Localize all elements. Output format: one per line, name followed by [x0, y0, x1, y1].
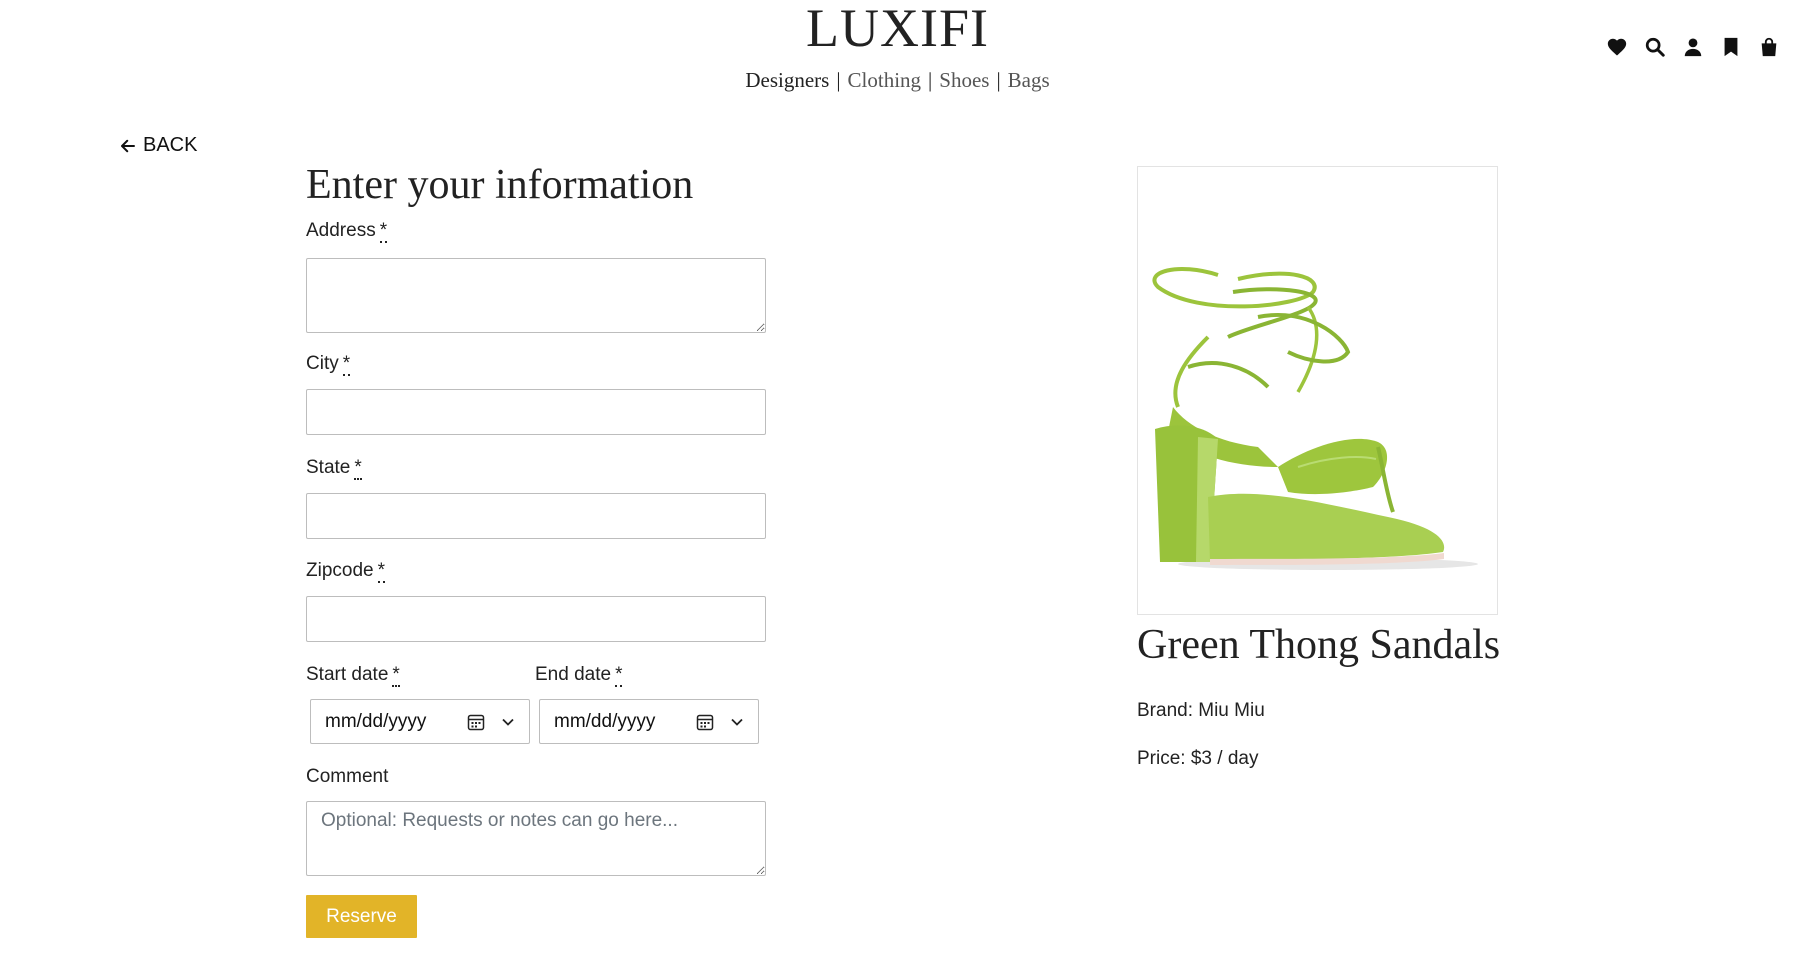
heart-icon[interactable] [1606, 36, 1628, 58]
reserve-button[interactable]: Reserve [306, 895, 417, 938]
state-label: State * [306, 457, 362, 480]
start-date-label: Start date * [306, 664, 400, 687]
required-marker: * [377, 560, 386, 583]
end-date-input[interactable]: mm/dd/yyyy [539, 699, 759, 744]
product-price: Price: $3 / day [1137, 748, 1259, 769]
shopping-bag-icon[interactable] [1758, 36, 1780, 58]
comment-label: Comment [306, 766, 389, 787]
address-label: Address * [306, 220, 388, 243]
back-link[interactable]: BACK [119, 134, 197, 157]
end-date-value: mm/dd/yyyy [554, 710, 656, 732]
nav-bags[interactable]: Bags [1008, 68, 1050, 92]
bookmark-icon[interactable] [1720, 36, 1742, 58]
required-marker: * [342, 353, 351, 376]
product-brand: Brand: Miu Miu [1137, 700, 1265, 721]
start-date-value: mm/dd/yyyy [325, 710, 427, 732]
chevron-down-icon[interactable] [501, 715, 515, 729]
city-field[interactable] [306, 389, 766, 435]
site-logo[interactable]: LUXIFI [0, 0, 1795, 56]
nav-designers[interactable]: Designers [745, 68, 829, 92]
zipcode-label: Zipcode * [306, 560, 386, 583]
required-marker: * [615, 664, 623, 687]
calendar-icon[interactable] [467, 713, 485, 731]
required-marker: * [379, 220, 388, 243]
city-label: City * [306, 353, 351, 376]
user-icon[interactable] [1682, 36, 1704, 58]
required-marker: * [392, 664, 400, 687]
back-label: BACK [143, 134, 198, 156]
sandal-image [1152, 267, 1478, 570]
nav-separator: | [996, 68, 1001, 92]
state-field[interactable] [306, 493, 766, 539]
nav-separator: | [836, 68, 841, 92]
zipcode-field[interactable] [306, 596, 766, 642]
search-icon[interactable] [1644, 36, 1666, 58]
arrow-left-icon [121, 139, 135, 152]
header-icons [1606, 34, 1780, 60]
form-title: Enter your information [306, 162, 694, 208]
end-date-label: End date * [535, 664, 623, 687]
required-marker: * [354, 457, 362, 480]
product-title: Green Thong Sandals [1137, 622, 1501, 668]
start-date-input[interactable]: mm/dd/yyyy [310, 699, 530, 744]
chevron-down-icon[interactable] [730, 715, 744, 729]
nav-separator: | [928, 68, 933, 92]
main-nav: Designers | Clothing | Shoes | Bags [0, 66, 1795, 94]
product-image [1137, 166, 1498, 615]
nav-shoes[interactable]: Shoes [939, 68, 989, 92]
calendar-icon[interactable] [696, 713, 714, 731]
address-field[interactable] [306, 258, 766, 333]
comment-field[interactable] [306, 801, 766, 876]
nav-clothing[interactable]: Clothing [848, 68, 922, 92]
